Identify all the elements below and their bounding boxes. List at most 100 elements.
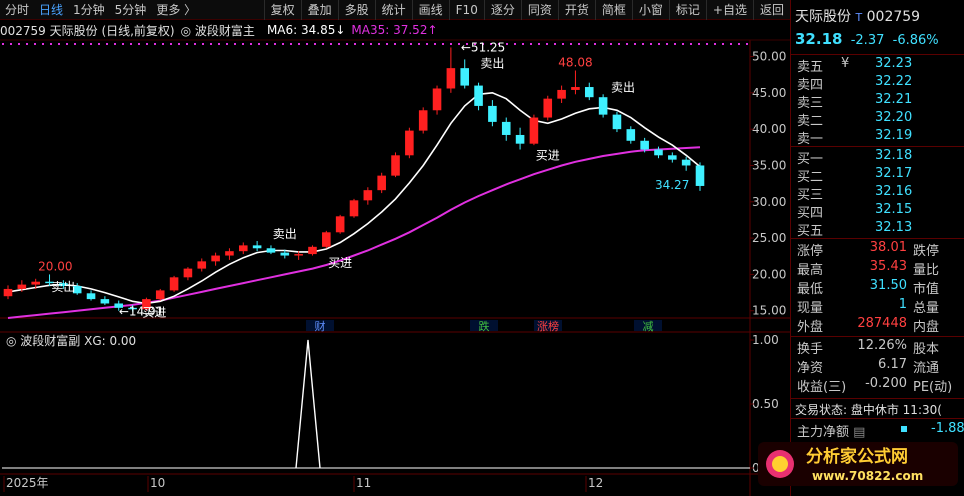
candle-body[interactable] (294, 254, 303, 256)
ask-price: 32.23 (875, 56, 913, 71)
sell-signal-label: 卖出 (51, 280, 75, 294)
candle-body[interactable] (225, 251, 234, 256)
candle-body[interactable] (598, 97, 608, 115)
candle-body[interactable] (543, 98, 553, 118)
candle-body[interactable] (308, 246, 317, 255)
price-axis-label: 15.00 (752, 304, 786, 318)
candle-body[interactable] (391, 155, 400, 176)
candle-body[interactable] (640, 140, 649, 150)
trade-status: 交易状态: 盘中休市 11:30( (795, 403, 942, 417)
sell-signal-label: 卖出 (611, 80, 635, 94)
candle-body[interactable] (501, 121, 511, 135)
currency-icon: ¥ (841, 56, 850, 71)
sell-signal-label: 卖出 (273, 227, 297, 241)
separator (791, 54, 964, 55)
stat-value: 35.43 (869, 259, 907, 274)
logo-url: www.70822.com (812, 469, 923, 483)
ask-price: 32.20 (875, 110, 913, 125)
candle-body[interactable] (211, 255, 220, 262)
ask-price: 32.19 (875, 128, 913, 143)
kline-chart[interactable]: 50.00 45.00 40.00 35.00 30.00 25.00 20.00 15.00… (0, 0, 790, 496)
price-axis-label: 35.00 (752, 158, 786, 172)
quote-panel: 天际股份 T 002759 32.18 -2.37 -6.86% 卖五 32.23 卖四… (790, 0, 964, 496)
ask-label: 卖三 (797, 96, 824, 111)
event-tag: 跌 (479, 319, 490, 333)
sell-signal-label: 卖出 (480, 56, 504, 70)
stat-label-2: 总量 (913, 301, 940, 316)
stat-label: 净资 (797, 361, 824, 376)
stat-value: 6.17 (878, 357, 907, 372)
candle-body[interactable] (322, 232, 331, 247)
candle-body[interactable] (474, 85, 483, 106)
bid-label: 买一 (797, 152, 824, 167)
candle-body[interactable] (155, 290, 165, 300)
separator (791, 336, 964, 337)
candle-body[interactable] (584, 87, 594, 98)
candle-body[interactable] (515, 134, 525, 144)
bid-label: 买四 (797, 206, 824, 221)
bid-label: 买二 (797, 170, 824, 185)
candle-body[interactable] (681, 159, 691, 166)
candle-body[interactable] (529, 117, 539, 144)
stat-label: 换手 (797, 342, 824, 357)
candle-body[interactable] (280, 252, 290, 256)
candle-body[interactable] (363, 190, 373, 201)
candle-body[interactable] (100, 299, 110, 304)
price-axis-label: 45.00 (752, 86, 786, 100)
candle-body[interactable] (571, 87, 580, 90)
ask-price: 32.21 (875, 92, 913, 107)
mid-high-label: 48.08 (558, 55, 592, 69)
stat-label-2: 跌停 (913, 244, 940, 259)
stat-label: 现量 (797, 301, 824, 316)
separator (791, 238, 964, 239)
candle-body[interactable] (238, 245, 248, 252)
candle-body[interactable] (668, 155, 677, 160)
candle-body[interactable] (335, 216, 345, 233)
price-axis-label: 25.00 (752, 231, 786, 245)
candle-body[interactable] (252, 245, 262, 249)
current-price: 32.18 -2.37 -6.86% (795, 30, 939, 48)
separator (791, 398, 964, 399)
candle-body[interactable] (197, 261, 207, 269)
candle-body[interactable] (17, 284, 27, 289)
bid-label: 买三 (797, 188, 824, 203)
event-tag: 涨榜 (537, 319, 559, 333)
stat-label-2: 量比 (913, 263, 940, 278)
x-axis-label: 2025年 (6, 476, 49, 490)
candle-body[interactable] (488, 105, 497, 122)
stat-value: 31.50 (869, 278, 907, 293)
stat-label-2: 市值 (913, 282, 940, 297)
buy-signal-label: 买进 (536, 149, 560, 163)
candle-body[interactable] (654, 149, 663, 156)
candle-body[interactable] (612, 114, 622, 130)
stat-label-2: 股本 (913, 342, 940, 357)
separator (791, 146, 964, 147)
candle-body[interactable] (31, 281, 40, 285)
sub-axis-label: 0.50 (752, 397, 779, 411)
ask-label: 卖二 (797, 114, 824, 129)
right-low-label: 34.27 (655, 178, 689, 192)
candle-body[interactable] (169, 277, 179, 291)
candle-body[interactable] (86, 293, 96, 300)
price-axis-label: 50.00 (752, 50, 786, 64)
candle-body[interactable] (377, 175, 386, 191)
candle-body[interactable] (432, 88, 442, 111)
candle-body[interactable] (349, 200, 359, 217)
candle-body[interactable] (446, 68, 456, 89)
candle-body[interactable] (183, 268, 193, 278)
stat-label: 外盘 (797, 320, 824, 335)
stat-value: 38.01 (869, 240, 907, 255)
price-axis-label: 20.00 (752, 267, 786, 281)
stat-value: 1 (898, 297, 907, 312)
candle-body[interactable] (3, 288, 13, 297)
candle-body[interactable] (266, 248, 276, 253)
candle-body[interactable] (626, 129, 636, 141)
ask-label: 卖五 (797, 60, 824, 75)
bid-price: 32.13 (875, 220, 913, 235)
buy-signal-label: 买进 (142, 306, 166, 320)
candle-body[interactable] (460, 68, 470, 86)
candle-body[interactable] (557, 89, 566, 99)
candle-body[interactable] (695, 165, 705, 186)
candle-body[interactable] (405, 130, 414, 156)
candle-body[interactable] (418, 110, 428, 131)
